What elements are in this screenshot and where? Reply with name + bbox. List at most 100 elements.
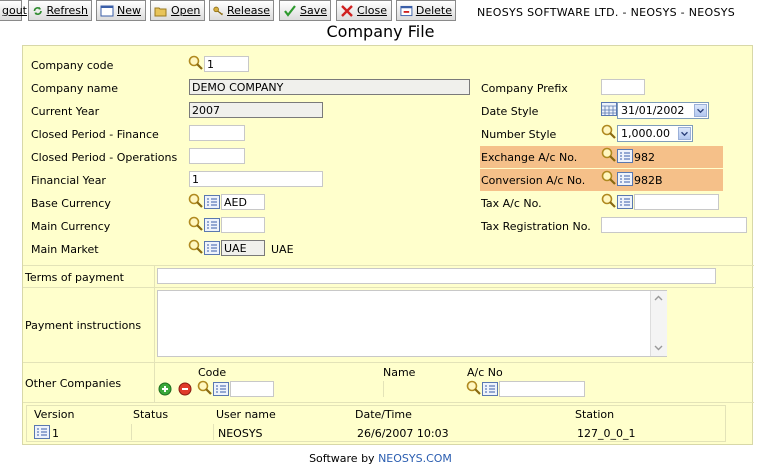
footer: Software by NEOSYS.COM <box>0 452 761 465</box>
delete-label: Delete <box>415 4 452 17</box>
divider <box>23 287 754 288</box>
search-icon[interactable] <box>601 193 617 209</box>
open-button[interactable]: Open <box>150 0 205 21</box>
search-icon[interactable] <box>601 170 617 186</box>
payment-instructions-textarea[interactable] <box>157 290 667 357</box>
company-name-input[interactable] <box>189 79 470 95</box>
tax-registration-input[interactable] <box>601 217 747 233</box>
date-style-label: Date Style <box>481 105 539 118</box>
number-style-select[interactable]: 1,000.00 <box>617 125 693 142</box>
refresh-label: Refresh <box>46 4 88 17</box>
new-label: New <box>117 4 141 17</box>
terms-of-payment-input[interactable] <box>157 268 716 284</box>
close-button[interactable]: Close <box>336 0 392 21</box>
station-header: Station <box>575 408 615 421</box>
number-style-value: 1,000.00 <box>621 127 670 140</box>
current-year-input[interactable] <box>189 102 323 118</box>
divider <box>23 402 754 403</box>
number-style-label: Number Style <box>481 128 557 141</box>
logout-label: gout <box>2 4 27 17</box>
logout-button[interactable]: gout <box>0 0 27 21</box>
remove-row-icon[interactable] <box>178 382 192 396</box>
closed-finance-input[interactable] <box>189 125 245 141</box>
release-button[interactable]: Release <box>209 0 274 21</box>
financial-year-input[interactable] <box>189 171 323 187</box>
base-currency-label: Base Currency <box>31 197 111 210</box>
save-button[interactable]: Save <box>279 0 331 21</box>
date-style-select[interactable]: 31/01/2002 <box>617 102 709 119</box>
add-row-icon[interactable] <box>158 382 172 396</box>
terms-of-payment-label: Terms of payment <box>25 271 124 284</box>
tax-registration-label: Tax Registration No. <box>481 220 591 233</box>
folder-open-icon <box>154 7 167 16</box>
company-prefix-input[interactable] <box>601 79 645 95</box>
delete-document-icon <box>400 5 413 16</box>
conversion-ac-label: Conversion A/c No. <box>481 174 586 187</box>
other-company-code-input[interactable] <box>230 381 274 397</box>
neosys-link[interactable]: NEOSYS.COM <box>378 452 452 465</box>
company-code-input[interactable] <box>204 56 249 72</box>
divider <box>23 362 754 363</box>
company-brand: NEOSYS SOFTWARE LTD. - NEOSYS - NEOSYS <box>477 6 736 19</box>
other-companies-label: Other Companies <box>25 377 122 390</box>
divider <box>154 265 155 402</box>
divider <box>213 424 214 440</box>
search-icon[interactable] <box>188 55 204 71</box>
status-cell <box>131 424 212 440</box>
base-currency-input[interactable] <box>221 194 265 210</box>
search-icon[interactable] <box>601 147 617 163</box>
list-icon[interactable] <box>482 382 498 396</box>
new-button[interactable]: New <box>96 0 146 21</box>
delete-button[interactable]: Delete <box>396 0 456 21</box>
refresh-icon <box>33 6 42 15</box>
version-header: Version <box>34 408 75 421</box>
list-icon[interactable] <box>617 172 633 186</box>
list-icon[interactable] <box>617 195 633 209</box>
main-market-input[interactable] <box>221 240 265 256</box>
scroll-up-icon[interactable] <box>653 293 664 304</box>
calendar-icon[interactable] <box>601 102 617 116</box>
list-icon[interactable] <box>617 149 633 163</box>
list-icon[interactable] <box>34 425 50 439</box>
search-icon[interactable] <box>188 216 204 232</box>
main-currency-input[interactable] <box>221 217 265 233</box>
other-company-ac-input[interactable] <box>499 381 585 397</box>
checkmark-icon <box>284 4 296 17</box>
date-style-value: 31/01/2002 <box>621 104 685 117</box>
tax-ac-input[interactable] <box>634 194 719 210</box>
scroll-down-icon[interactable] <box>653 342 664 353</box>
list-icon[interactable] <box>213 382 229 396</box>
other-companies-code-header: Code <box>198 366 227 379</box>
list-icon[interactable] <box>204 241 220 255</box>
scrollbar[interactable] <box>650 291 667 356</box>
financial-year-label: Financial Year <box>31 174 106 187</box>
save-label: Save <box>299 4 327 17</box>
datetime-value: 26/6/2007 10:03 <box>357 427 449 440</box>
footer-prefix: Software by <box>309 452 379 465</box>
conversion-ac-value[interactable]: 982B <box>634 174 663 187</box>
station-value: 127_0_0_1 <box>577 427 636 440</box>
closed-finance-label: Closed Period - Finance <box>31 128 159 141</box>
user-name-value: NEOSYS <box>218 427 263 440</box>
main-market-description: UAE <box>271 243 294 256</box>
payment-instructions-label: Payment instructions <box>25 319 142 332</box>
datetime-header: Date/Time <box>355 408 412 421</box>
search-icon[interactable] <box>188 239 204 255</box>
refresh-button[interactable]: Refresh <box>28 0 92 21</box>
other-companies-ac-header: A/c No <box>467 366 503 379</box>
closed-operations-label: Closed Period - Operations <box>31 151 178 164</box>
search-icon[interactable] <box>197 380 213 396</box>
status-header: Status <box>133 408 169 421</box>
closed-operations-input[interactable] <box>189 148 245 164</box>
search-icon[interactable] <box>466 380 482 396</box>
search-icon[interactable] <box>188 193 204 209</box>
list-icon[interactable] <box>204 195 220 209</box>
main-currency-label: Main Currency <box>31 220 111 233</box>
key-icon <box>213 6 223 15</box>
search-icon[interactable] <box>601 124 617 140</box>
list-icon[interactable] <box>204 218 220 232</box>
current-year-label: Current Year <box>31 105 100 118</box>
release-label: Release <box>227 4 270 17</box>
exchange-ac-value[interactable]: 982 <box>634 151 655 164</box>
company-prefix-label: Company Prefix <box>481 82 568 95</box>
